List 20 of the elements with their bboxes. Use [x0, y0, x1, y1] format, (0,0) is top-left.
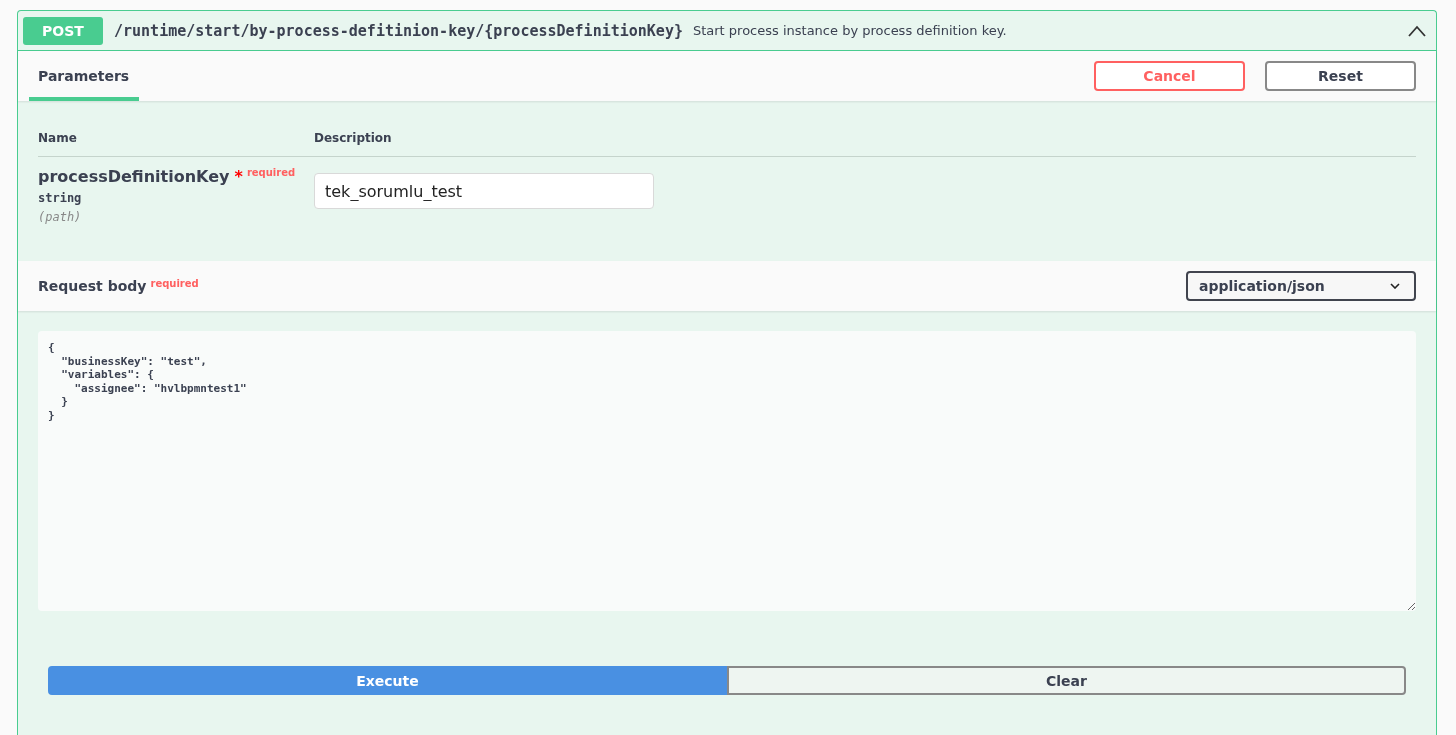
parameter-name: processDefinitionKey: [38, 167, 230, 186]
endpoint-path: /runtime/start/by-process-defitinion-key/{processDefinitionKey}: [114, 21, 683, 40]
reset-button[interactable]: Reset: [1265, 61, 1416, 91]
chevron-icon[interactable]: [1407, 24, 1427, 37]
input-field[interactable]: tek_sorumlu_test: [314, 173, 654, 209]
request-body-title: Request body: [38, 278, 147, 294]
column-header: Description: [314, 131, 392, 145]
parameters-tab[interactable]: Parameters: [29, 55, 139, 101]
content-type-dropdown[interactable]: application/json: [1186, 271, 1416, 301]
required-asterisk: *: [234, 167, 243, 186]
required-label: required: [246, 167, 296, 179]
caret-icon: [1390, 283, 1400, 289]
column-header: Name: [38, 131, 78, 145]
clear-button[interactable]: Clear: [727, 666, 1406, 695]
parameter-location: (path): [38, 210, 83, 224]
endpoint-summary: Start process instance by process definition key.: [692, 23, 1008, 38]
method-badge: POST: [23, 16, 103, 45]
parameter-type: string: [38, 191, 83, 205]
code-editor[interactable]: { "businessKey": "test", "variables": { "assignee": "hvlbpmntest1" } }: [38, 331, 1416, 611]
required-label: required: [150, 278, 199, 290]
